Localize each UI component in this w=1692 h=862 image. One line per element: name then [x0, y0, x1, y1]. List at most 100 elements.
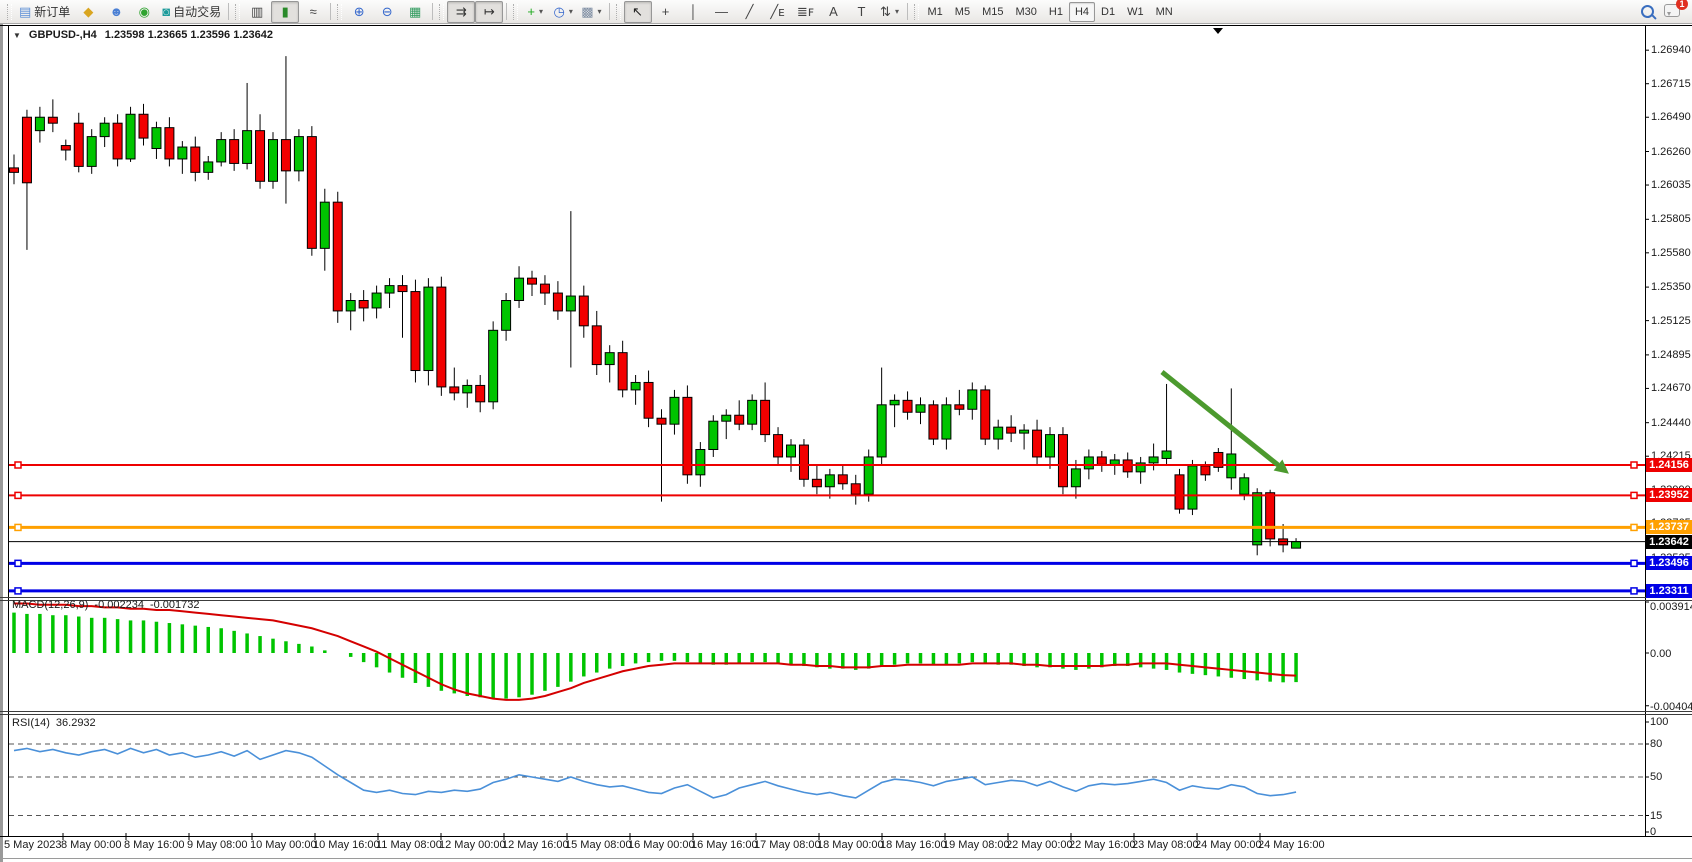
line-anchor-handle[interactable]	[15, 588, 21, 594]
time-axis-label[interactable]: 22 May 16:00	[1069, 839, 1136, 851]
timeframe-h4-button[interactable]: H4	[1069, 2, 1095, 22]
time-axis-label[interactable]: 18 May 00:00	[817, 839, 884, 851]
candle	[1097, 457, 1106, 464]
timeframe-m30-button[interactable]: M30	[1009, 2, 1042, 22]
line-anchor-handle[interactable]	[15, 492, 21, 498]
time-axis-label[interactable]: 24 May 16:00	[1258, 839, 1325, 851]
timeframe-w1-button[interactable]: W1	[1121, 2, 1150, 22]
templates-button[interactable]: ▩▾	[577, 1, 605, 23]
search-icon[interactable]	[1641, 5, 1654, 18]
candle	[476, 385, 485, 401]
time-axis-label[interactable]: 10 May 00:00	[250, 839, 317, 851]
candle	[204, 162, 213, 172]
line-anchor-handle[interactable]	[1631, 462, 1637, 468]
object-menu-icon[interactable]: ▼	[13, 31, 21, 40]
toolbar-group-handle[interactable]	[7, 4, 12, 20]
auto-scroll-button[interactable]: ⇉	[447, 1, 475, 23]
macd-main-value: -0.002234	[94, 599, 144, 611]
chevron-down-icon[interactable]: ▾	[895, 7, 899, 16]
time-axis-label[interactable]: 9 May 08:00	[187, 839, 248, 851]
time-axis-label[interactable]: 18 May 16:00	[880, 839, 947, 851]
time-axis-label[interactable]: 17 May 08:00	[754, 839, 821, 851]
timeframe-m1-button[interactable]: M1	[922, 2, 949, 22]
fibonacci-button[interactable]: ≣ꜰ	[792, 1, 820, 23]
autotrading-button[interactable]: ◙自动交易	[158, 1, 225, 23]
indicators-button[interactable]: +▾	[521, 1, 549, 23]
timeframe-mn-button[interactable]: MN	[1150, 2, 1179, 22]
candle	[61, 146, 70, 150]
time-axis-label[interactable]: 16 May 16:00	[691, 839, 758, 851]
time-axis-label[interactable]: 22 May 00:00	[1006, 839, 1073, 851]
toolbar-group-handle[interactable]	[337, 4, 342, 20]
line-anchor-handle[interactable]	[1631, 588, 1637, 594]
candle	[1058, 435, 1067, 487]
line-chart-button[interactable]: ≈	[299, 1, 327, 23]
candlestick-icon: ▮	[282, 5, 289, 18]
line-anchor-handle[interactable]	[15, 462, 21, 468]
hline-button[interactable]: —	[708, 1, 736, 23]
time-axis-label[interactable]: 5 May 2023	[4, 839, 61, 851]
chart-shift-button[interactable]: ↦	[475, 1, 503, 23]
toolbar-group-handle[interactable]	[513, 4, 518, 20]
channel-button[interactable]: ╱ᴇ	[764, 1, 792, 23]
time-axis-label[interactable]: 10 May 16:00	[313, 839, 380, 851]
candle	[981, 390, 990, 439]
candle-chart-button[interactable]: ▮	[271, 1, 299, 23]
profile-button[interactable]: ☻	[102, 1, 130, 23]
time-axis-label[interactable]: 16 May 00:00	[628, 839, 695, 851]
ohlc-values: 1.23598 1.23665 1.23596 1.23642	[105, 29, 273, 41]
signals-button[interactable]: ◉	[130, 1, 158, 23]
candle	[152, 128, 161, 149]
notifications-button[interactable]: 1	[1664, 4, 1680, 20]
trading-platform-window: ▤新订单◆ ☻ ◉ ◙自动交易 ▥ ▮ ≈ ⊕⊖▦ ⇉↦ +▾◷▾▩▾ ↖+│—╱╱ᴇ≣ꜰAT⇅▾ M…	[0, 0, 1692, 862]
line-anchor-handle[interactable]	[1631, 524, 1637, 530]
time-axis-label[interactable]: 8 May 00:00	[61, 839, 122, 851]
timeframe-d1-button[interactable]: D1	[1095, 2, 1121, 22]
text-button[interactable]: A	[820, 1, 848, 23]
time-axis-label[interactable]: 12 May 16:00	[502, 839, 569, 851]
time-axis-label[interactable]: 11 May 08:00	[376, 839, 442, 851]
styler-button[interactable]: ◆	[74, 1, 102, 23]
toolbar-group-handle[interactable]	[439, 4, 444, 20]
profile-icon: ☻	[109, 5, 123, 18]
candle	[566, 296, 575, 311]
zoom-in-button[interactable]: ⊕	[345, 1, 373, 23]
bar-chart-button[interactable]: ▥	[243, 1, 271, 23]
candle	[489, 330, 498, 402]
toolbar-group-handle[interactable]	[914, 4, 919, 20]
chevron-down-icon[interactable]: ▾	[597, 7, 601, 16]
timeframe-h1-button[interactable]: H1	[1043, 2, 1069, 22]
line-anchor-handle[interactable]	[15, 524, 21, 530]
vline-button[interactable]: │	[680, 1, 708, 23]
price-tick-label: 1.26715	[1651, 78, 1691, 90]
zoom-out-button[interactable]: ⊖	[373, 1, 401, 23]
time-axis-label[interactable]: 23 May 08:00	[1132, 839, 1199, 851]
new-order-button[interactable]: ▤新订单	[15, 1, 74, 23]
line-anchor-handle[interactable]	[15, 560, 21, 566]
time-axis-label[interactable]: 24 May 00:00	[1195, 839, 1262, 851]
new-order-button-label: 新订单	[34, 3, 70, 20]
toolbar-group-handle[interactable]	[235, 4, 240, 20]
line-anchor-handle[interactable]	[1631, 492, 1637, 498]
signal-icon: ◉	[139, 5, 150, 18]
toolbar-group-handle[interactable]	[616, 4, 621, 20]
chevron-down-icon[interactable]: ▾	[569, 7, 573, 16]
cursor-button[interactable]: ↖	[624, 1, 652, 23]
tile-windows-button[interactable]: ▦	[401, 1, 429, 23]
line-anchor-handle[interactable]	[1631, 560, 1637, 566]
timeframe-m15-button[interactable]: M15	[976, 2, 1009, 22]
crosshair-button[interactable]: +	[652, 1, 680, 23]
time-axis-label[interactable]: 15 May 08:00	[565, 839, 632, 851]
chevron-down-icon[interactable]: ▾	[539, 7, 543, 16]
time-axis-label[interactable]: 12 May 00:00	[439, 839, 506, 851]
time-axis-label[interactable]: 8 May 16:00	[124, 839, 185, 851]
time-axis-label[interactable]: 19 May 08:00	[943, 839, 1010, 851]
candle	[398, 286, 407, 292]
timeframe-m5-button[interactable]: M5	[949, 2, 976, 22]
periods-button[interactable]: ◷▾	[549, 1, 577, 23]
candle	[955, 405, 964, 409]
shapes-button[interactable]: ⇅▾	[876, 1, 904, 23]
label-button[interactable]: T	[848, 1, 876, 23]
trendline-button[interactable]: ╱	[736, 1, 764, 23]
toolbar-separator	[907, 3, 908, 20]
